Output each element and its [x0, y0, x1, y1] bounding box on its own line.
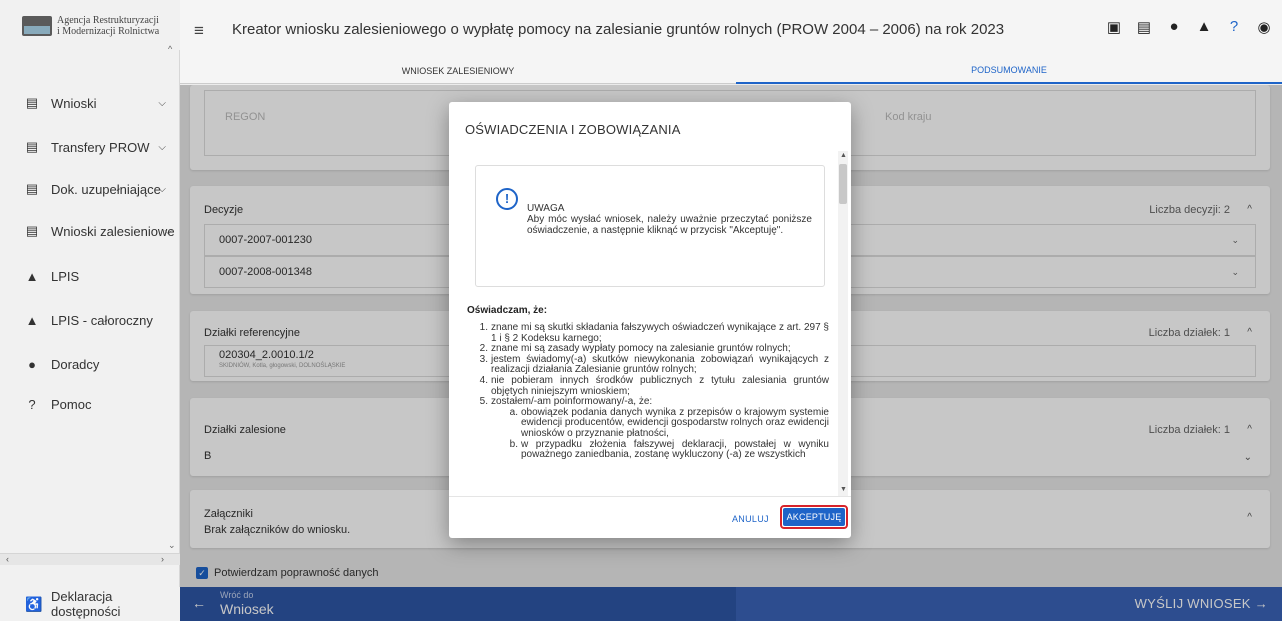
- modal-body[interactable]: ! UWAGA Aby móc wysłać wniosek, należy u…: [461, 151, 839, 496]
- scroll-right-icon[interactable]: ›: [161, 554, 164, 564]
- document-icon: ▤: [25, 181, 39, 196]
- tabs: WNIOSEK ZALESIENIOWY PODSUMOWANIE: [180, 58, 1282, 84]
- accessibility-icon: ♿: [25, 595, 43, 612]
- top-bar: ≡ Kreator wniosku zalesieniowego o wypła…: [180, 0, 1282, 58]
- chevron-down-icon: ⌵: [158, 97, 166, 109]
- sidebar-item-wnioski[interactable]: ▤ Wnioski ⌵: [0, 86, 180, 120]
- declaration-subtext: obowiązek podania danych wynika z przepi…: [521, 406, 829, 439]
- person-icon: ●: [28, 356, 36, 372]
- save-icon[interactable]: ▣: [1106, 18, 1122, 36]
- account-icon[interactable]: ◉: [1256, 18, 1272, 36]
- chevron-down-icon: ⌵: [158, 141, 166, 153]
- notifications-icon[interactable]: ▲: [1196, 18, 1212, 36]
- terrain-icon: ▲: [25, 268, 39, 284]
- sidebar-item-wnioski-zalesieniowe[interactable]: ▤ Wnioski zalesieniowe ⌵: [0, 214, 180, 248]
- modal-title: OŚWIADCZENIA I ZOBOWIĄZANIA: [465, 122, 681, 137]
- sidebar-item-label: Doradcy: [51, 356, 100, 372]
- sidebar-item-transfery-prow[interactable]: ▤ Transfery PROW ⌵: [0, 130, 180, 164]
- warning-title: UWAGA: [527, 203, 565, 214]
- terrain-icon: ▲: [25, 312, 39, 328]
- declaration-heading: Oświadczam, że:: [467, 305, 548, 316]
- sidebar-scroll-down-icon[interactable]: ⌄: [168, 540, 176, 551]
- logo-area: Agencja Restrukturyzacji i Modernizacji …: [0, 0, 180, 50]
- chevron-down-icon: ⌵: [158, 183, 166, 195]
- logo-text: Agencja Restrukturyzacji i Modernizacji …: [57, 15, 175, 37]
- sidebar-item-label: Pomoc: [51, 396, 92, 412]
- document-icon: ▤: [25, 139, 39, 154]
- modal-footer: ANULUJ AKCEPTUJĘ: [449, 496, 851, 538]
- sidebar-item-label: Wnioski: [51, 95, 97, 111]
- scroll-up-icon[interactable]: ▲: [840, 152, 847, 159]
- declaration-list: 1. znane mi są skutki składania fałszywyc…: [467, 322, 829, 461]
- sidebar-item-lpis[interactable]: ▲ LPIS: [0, 259, 180, 293]
- print-icon[interactable]: ▤: [1136, 18, 1152, 36]
- sidebar-item-label: Dok. uzupełniające: [51, 181, 161, 197]
- sidebar-item-pomoc[interactable]: ? Pomoc: [0, 387, 180, 421]
- sidebar-item-lpis-caloroczny[interactable]: ▲ LPIS - całoroczny: [0, 303, 180, 337]
- arimr-logo: [22, 16, 52, 36]
- cancel-button[interactable]: ANULUJ: [732, 514, 769, 524]
- document-icon: ▤: [25, 223, 39, 238]
- help-icon[interactable]: ?: [1226, 18, 1242, 36]
- sidebar-item-label: LPIS - całoroczny: [51, 312, 153, 328]
- sidebar-item-label: Wnioski zalesieniowe: [51, 223, 175, 239]
- modal-scrollbar-thumb[interactable]: [839, 164, 847, 204]
- list-subitem: a. obowiązek podania danych wynika z prze…: [509, 406, 829, 439]
- top-icons: ▣ ▤ ● ▲ ? ◉: [1106, 18, 1272, 36]
- warning-box: ! UWAGA Aby móc wysłać wniosek, należy u…: [475, 165, 825, 287]
- scroll-left-icon[interactable]: ‹: [6, 554, 9, 564]
- tab-wniosek-zalesieniowy[interactable]: WNIOSEK ZALESIENIOWY: [180, 58, 736, 84]
- scroll-down-icon[interactable]: ▼: [840, 486, 847, 493]
- tab-podsumowanie[interactable]: PODSUMOWANIE: [736, 58, 1282, 84]
- declaration-subtext: w przypadku złożenia fałszywej deklaracj…: [521, 438, 829, 461]
- declarations-modal: OŚWIADCZENIA I ZOBOWIĄZANIA ! UWAGA Aby …: [449, 102, 851, 538]
- warning-text: Aby móc wysłać wniosek, należy uważnie p…: [527, 214, 812, 236]
- declaration-text: znane mi są skutki składania fałszywych …: [491, 322, 829, 344]
- list-subitem: b. w przypadku złożenia fałszywej deklara…: [509, 438, 829, 461]
- sidebar-item-label: LPIS: [51, 268, 80, 284]
- info-icon[interactable]: ●: [1166, 18, 1182, 36]
- help-icon: ?: [28, 396, 36, 412]
- declaration-text: nie pobieram innych środków publicznych …: [491, 374, 829, 397]
- list-item: 1. znane mi są skutki składania fałszywyc…: [479, 322, 829, 344]
- sidebar-item-accessibility[interactable]: ♿ Deklaracja dostępności: [0, 587, 180, 621]
- chevron-down-icon: ⌵: [164, 225, 172, 237]
- logo-line-2: i Modernizacji Rolnictwa: [57, 26, 160, 37]
- menu-icon[interactable]: ≡: [194, 21, 204, 41]
- declaration-text: jestem świadomy(-a) skutków niewykonania…: [491, 353, 829, 376]
- list-item: 4. nie pobieram innych środków publicznyc…: [479, 374, 829, 397]
- sidebar-item-label: Deklaracja dostępności: [51, 589, 121, 619]
- alert-icon: !: [496, 188, 518, 210]
- sidebar-item-label: Transfery PROW: [51, 139, 150, 155]
- sidebar: Agencja Restrukturyzacji i Modernizacji …: [0, 0, 180, 621]
- list-item: 3. jestem świadomy(-a) skutków niewykonan…: [479, 353, 829, 376]
- accept-button[interactable]: AKCEPTUJĘ: [783, 508, 845, 526]
- sidebar-item-doradcy[interactable]: ● Doradcy: [0, 347, 180, 381]
- document-icon: ▤: [25, 95, 39, 110]
- sidebar-horizontal-scrollbar[interactable]: ‹ ›: [0, 553, 180, 565]
- sidebar-scroll-up-icon[interactable]: ^: [168, 44, 172, 54]
- page-title: Kreator wniosku zalesieniowego o wypłatę…: [232, 21, 1005, 38]
- sidebar-item-dok-uzupelniajace[interactable]: ▤ Dok. uzupełniające ⌵: [0, 172, 180, 206]
- logo-line-1: Agencja Restrukturyzacji: [57, 15, 159, 26]
